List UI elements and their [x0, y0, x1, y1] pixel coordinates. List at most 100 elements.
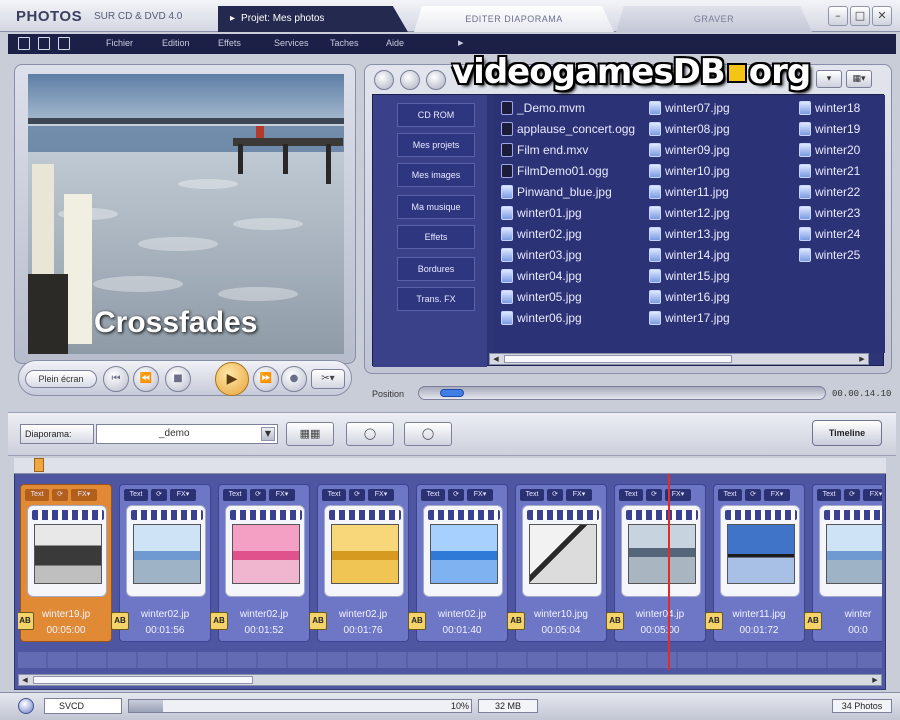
- skip-start-button[interactable]: ⏮: [103, 366, 129, 392]
- storyboard-view-button[interactable]: ▦▦: [286, 422, 334, 446]
- clip-text-button[interactable]: Text: [520, 489, 544, 501]
- timeline-button[interactable]: Timeline: [812, 420, 882, 446]
- project-tab[interactable]: ▸ Projet: Mes photos: [218, 6, 408, 32]
- fullscreen-button[interactable]: Plein écran: [25, 370, 97, 388]
- file-item[interactable]: applause_concert.ogg: [501, 120, 635, 138]
- nav-my-music[interactable]: Ma musique: [397, 195, 475, 219]
- file-item[interactable]: _Demo.mvm: [501, 99, 585, 117]
- file-item[interactable]: winter09.jpg: [649, 141, 730, 159]
- menu-edit[interactable]: Edition: [162, 38, 218, 48]
- menu-help[interactable]: Aide: [386, 38, 442, 48]
- chevron-down-icon[interactable]: ▼: [261, 427, 275, 441]
- file-item[interactable]: winter25: [799, 246, 860, 264]
- maximize-button[interactable]: □: [850, 6, 870, 26]
- nav-cd-rom[interactable]: CD ROM: [397, 103, 475, 127]
- play-button[interactable]: ▶: [215, 362, 249, 396]
- file-item[interactable]: winter07.jpg: [649, 99, 730, 117]
- clip-text-button[interactable]: Text: [421, 489, 445, 501]
- close-button[interactable]: ✕: [872, 6, 892, 26]
- record-button[interactable]: ●: [281, 366, 307, 392]
- file-item[interactable]: winter02.jpg: [501, 225, 582, 243]
- file-item[interactable]: winter03.jpg: [501, 246, 582, 264]
- open-folder-icon[interactable]: [38, 37, 50, 50]
- scroll-right-icon[interactable]: ▶: [856, 354, 868, 364]
- storyboard-clip[interactable]: Text ⟳ FX▾ winter02.jp 00:01:52: [218, 484, 310, 642]
- file-item[interactable]: winter06.jpg: [501, 309, 582, 327]
- transition-icon[interactable]: AB: [804, 612, 822, 630]
- menu-tasks[interactable]: Taches: [330, 38, 386, 48]
- transition-icon[interactable]: AB: [309, 612, 327, 630]
- tab-burn[interactable]: GRAVER: [616, 6, 812, 32]
- clip-rotate-button[interactable]: ⟳: [349, 489, 365, 501]
- new-file-icon[interactable]: [18, 37, 30, 50]
- clip-fx-button[interactable]: FX▾: [467, 489, 493, 501]
- stop-button[interactable]: ■: [165, 366, 191, 392]
- zoom-in-button[interactable]: ◯: [346, 422, 394, 446]
- scroll-thumb[interactable]: [33, 676, 253, 684]
- clip-text-button[interactable]: Text: [25, 489, 49, 501]
- transition-icon[interactable]: AB: [210, 612, 228, 630]
- back-arrow-icon[interactable]: [400, 70, 420, 90]
- nav-effects[interactable]: Effets: [397, 225, 475, 249]
- cut-button[interactable]: ✂▾: [311, 369, 345, 389]
- clip-fx-button[interactable]: FX▾: [170, 489, 196, 501]
- storyboard-clip[interactable]: Text ⟳ FX▾ winter02.jp 00:01:56: [119, 484, 211, 642]
- file-item[interactable]: winter18: [799, 99, 860, 117]
- storyboard-clip[interactable]: Text ⟳ FX▾ winter 00:0: [812, 484, 882, 642]
- storyboard-clip[interactable]: Text ⟳ FX▾ winter04.jp 00:05:00: [614, 484, 706, 642]
- position-slider[interactable]: [418, 386, 826, 400]
- clip-fx-button[interactable]: FX▾: [764, 489, 790, 501]
- menu-effects[interactable]: Effets: [218, 38, 274, 48]
- clip-fx-button[interactable]: FX▾: [566, 489, 592, 501]
- nav-transitions[interactable]: Trans. FX: [397, 287, 475, 311]
- position-slider-thumb[interactable]: [439, 389, 464, 397]
- file-item[interactable]: winter01.jpg: [501, 204, 582, 222]
- transition-icon[interactable]: AB: [705, 612, 723, 630]
- browser-horizontal-scrollbar[interactable]: ◀ ▶: [489, 353, 869, 365]
- clip-fx-button[interactable]: FX▾: [269, 489, 295, 501]
- file-item[interactable]: winter11.jpg: [649, 183, 729, 201]
- menu-services[interactable]: Services: [274, 38, 330, 48]
- transition-icon[interactable]: AB: [606, 612, 624, 630]
- scroll-thumb[interactable]: [504, 355, 732, 363]
- globe-icon[interactable]: [374, 70, 394, 90]
- clip-text-button[interactable]: Text: [322, 489, 346, 501]
- slideshow-select[interactable]: _demo ▼: [96, 424, 278, 444]
- clip-text-button[interactable]: Text: [619, 489, 643, 501]
- clip-rotate-button[interactable]: ⟳: [844, 489, 860, 501]
- storyboard-clip[interactable]: Text ⟳ FX▾ winter10.jpg 00:05:04: [515, 484, 607, 642]
- transition-icon[interactable]: AB: [408, 612, 426, 630]
- clip-fx-button[interactable]: FX▾: [71, 489, 97, 501]
- clip-rotate-button[interactable]: ⟳: [151, 489, 167, 501]
- file-item[interactable]: winter21: [799, 162, 860, 180]
- zoom-out-button[interactable]: ◯: [404, 422, 452, 446]
- file-item[interactable]: winter14.jpg: [649, 246, 730, 264]
- file-item[interactable]: winter24: [799, 225, 860, 243]
- fast-forward-button[interactable]: ⏩: [253, 366, 279, 392]
- clip-rotate-button[interactable]: ⟳: [52, 489, 68, 501]
- file-item[interactable]: winter13.jpg: [649, 225, 730, 243]
- clip-rotate-button[interactable]: ⟳: [547, 489, 563, 501]
- file-item[interactable]: winter15.jpg: [649, 267, 730, 285]
- clip-rotate-button[interactable]: ⟳: [448, 489, 464, 501]
- file-item[interactable]: winter23: [799, 204, 860, 222]
- file-item[interactable]: winter12.jpg: [649, 204, 730, 222]
- view-mode-icon[interactable]: ▦▾: [846, 70, 872, 88]
- clip-rotate-button[interactable]: ⟳: [745, 489, 761, 501]
- folder-icon[interactable]: [426, 70, 446, 90]
- nav-my-images[interactable]: Mes images: [397, 163, 475, 187]
- storyboard-clip[interactable]: Text ⟳ FX▾ winter11.jpg 00:01:72: [713, 484, 805, 642]
- file-item[interactable]: FilmDemo01.ogg: [501, 162, 608, 180]
- file-item[interactable]: winter04.jpg: [501, 267, 582, 285]
- clip-text-button[interactable]: Text: [223, 489, 247, 501]
- transition-icon[interactable]: AB: [18, 612, 34, 630]
- file-item[interactable]: Film end.mxv: [501, 141, 588, 159]
- file-item[interactable]: winter20: [799, 141, 860, 159]
- tab-edit-slideshow[interactable]: EDITER DIAPORAMA: [414, 6, 614, 32]
- file-item[interactable]: winter10.jpg: [649, 162, 730, 180]
- minimize-button[interactable]: –: [828, 6, 848, 26]
- clip-text-button[interactable]: Text: [817, 489, 841, 501]
- clip-rotate-button[interactable]: ⟳: [250, 489, 266, 501]
- output-format-select[interactable]: SVCD: [44, 698, 122, 714]
- save-disk-icon[interactable]: [58, 37, 70, 50]
